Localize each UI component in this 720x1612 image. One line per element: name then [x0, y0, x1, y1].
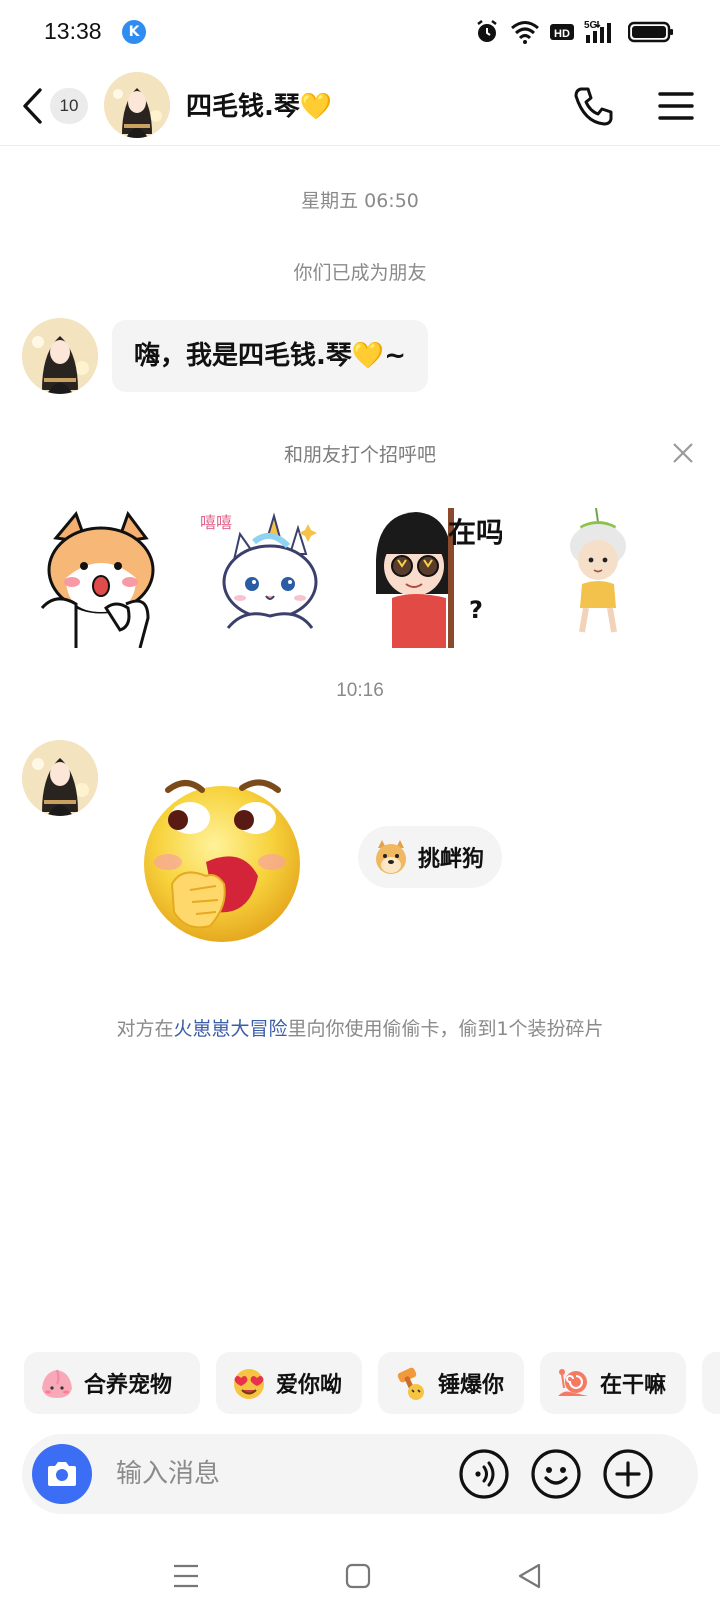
smiley-icon [531, 1449, 581, 1499]
notice-suffix: 里向你使用偷偷卡，偷到1个装扮碎片 [287, 1018, 604, 1040]
hammer-icon [397, 1367, 424, 1400]
quick-reply-label: 在干嘛 [600, 1373, 667, 1398]
svg-text:?: ? [469, 596, 483, 624]
notice-prefix: 对方在 [116, 1018, 174, 1040]
contact-name[interactable]: 四毛钱.琴💛 [186, 86, 332, 123]
quick-reply-label: 锤爆你 [438, 1373, 505, 1398]
quick-reply-hammer[interactable]: 锤爆你 [378, 1352, 524, 1414]
quick-reply-label: 合养宠物 [84, 1373, 173, 1398]
recents-icon [174, 1564, 198, 1588]
home-square-icon [345, 1563, 371, 1589]
contact-avatar[interactable] [104, 72, 170, 138]
sender-avatar[interactable] [22, 318, 98, 394]
hd-icon: HD [550, 24, 574, 40]
unread-count-badge: 10 [50, 88, 88, 124]
game-link[interactable]: 火崽崽大冒险 [173, 1018, 287, 1040]
status-time: 13:38 [44, 18, 102, 44]
message-timestamp: 星期五 06:50 [301, 190, 419, 212]
message-input-bar [22, 1434, 698, 1514]
back-triangle-icon [518, 1563, 541, 1589]
game-notice: 对方在火崽崽大冒险里向你使用偷偷卡，偷到1个装扮碎片 [0, 1014, 720, 1041]
svg-text:嘻嘻: 嘻嘻 [200, 513, 232, 532]
message-timestamp-2: 10:16 [336, 680, 384, 701]
chat-header: 10 四毛钱.琴💛 [0, 64, 720, 146]
quick-reply-label: 爱你呦 [276, 1373, 343, 1398]
status-bar: 13:38 K HD 5G [0, 0, 720, 64]
greet-prompt: 和朋友打个招呼吧 [283, 444, 436, 466]
nav-home-button[interactable] [340, 1558, 376, 1594]
system-navigation-bar [0, 1540, 720, 1612]
signal-5g-icon: 5G [584, 20, 611, 43]
doge-icon [376, 840, 406, 874]
greet-close-button[interactable] [670, 440, 696, 466]
quick-reply-love[interactable]: 爱你呦 [216, 1352, 362, 1414]
voice-call-button[interactable] [572, 84, 616, 128]
alarm-icon [477, 20, 497, 42]
corgi-sticker[interactable] [36, 508, 166, 649]
back-button[interactable]: 10 [20, 84, 90, 128]
hamburger-menu-icon [658, 92, 694, 120]
chat-menu-button[interactable] [656, 86, 696, 126]
peach-pet-icon [42, 1369, 72, 1398]
camera-button[interactable] [32, 1444, 92, 1504]
sender-avatar-2[interactable] [22, 740, 98, 816]
friends-notice: 你们已成为朋友 [293, 262, 427, 284]
quick-reply-bar: 合养宠物 爱你呦 锤爆你 在干嘛 [24, 1352, 720, 1416]
unicorn-cat-sticker[interactable]: 嘻嘻 [194, 508, 324, 648]
nav-recents-button[interactable] [168, 1558, 204, 1594]
tease-dog-label: 挑衅狗 [418, 847, 485, 872]
voice-input-button[interactable] [458, 1448, 510, 1500]
voice-wave-icon [459, 1449, 509, 1499]
plus-icon [603, 1449, 653, 1499]
snail-icon [558, 1369, 588, 1396]
message-bubble[interactable]: 嗨，我是四毛钱.琴💛~ [112, 320, 429, 392]
heart-eyes-icon [234, 1369, 264, 1399]
wifi-icon [511, 21, 539, 44]
close-icon [673, 443, 693, 463]
quick-reply-whatsup[interactable]: 在干嘛 [540, 1352, 686, 1414]
status-icons: HD 5G [474, 18, 674, 46]
emoji-button[interactable] [530, 1448, 582, 1500]
quick-reply-pet[interactable]: 合养宠物 [24, 1352, 200, 1414]
zaima-sticker[interactable]: 在吗 ? [372, 508, 504, 648]
back-chevron-icon [23, 88, 42, 124]
tease-dog-interaction[interactable]: 挑衅狗 [358, 826, 503, 888]
fairy-sticker[interactable] [536, 507, 666, 648]
phone-icon [574, 87, 613, 126]
more-actions-button[interactable] [602, 1448, 654, 1500]
battery-icon [628, 21, 673, 43]
svg-text:在吗: 在吗 [448, 516, 502, 549]
laughing-emoji-sticker[interactable] [132, 766, 312, 946]
quick-reply-more[interactable] [702, 1352, 720, 1414]
greeting-sticker-row: 嘻嘻 在吗 ? [36, 507, 696, 656]
app-notification-icon: K [122, 20, 146, 44]
camera-icon [48, 1462, 76, 1486]
message-input[interactable] [116, 1452, 446, 1496]
nav-back-button[interactable] [512, 1558, 548, 1594]
svg-text:HD: HD [554, 28, 570, 40]
